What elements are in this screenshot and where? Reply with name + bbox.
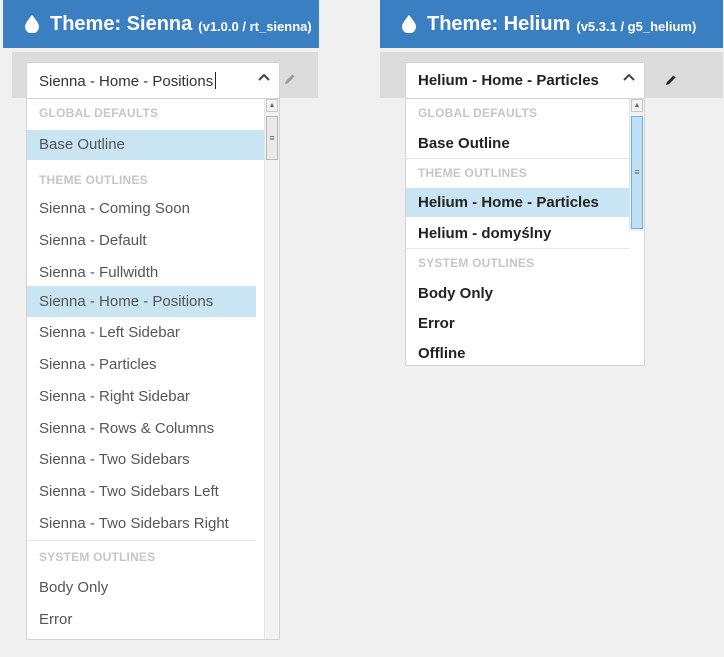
droplet-icon (25, 15, 39, 33)
outline-select[interactable]: Sienna - Home - Positions (26, 62, 280, 98)
list-item[interactable]: Sienna - Particles (27, 350, 265, 380)
list-item[interactable]: Body Only (406, 279, 630, 308)
divider (406, 158, 630, 159)
list-item[interactable]: Helium - Home - Particles (406, 188, 642, 217)
divider (27, 540, 256, 541)
helium-header: Theme: Helium (v5.3.1 / g5_helium) (380, 0, 723, 48)
theme-version: (v1.0.0 / rt_sienna) (198, 18, 312, 34)
scroll-up-arrow-icon[interactable]: ▲ (631, 99, 643, 112)
list-item[interactable]: Sienna - Left Sidebar (27, 318, 265, 348)
chevron-up-icon[interactable] (257, 70, 271, 84)
outline-dropdown-list: Global Defaults Base Outline Theme Outli… (405, 98, 645, 366)
group-label-global: Global Defaults (418, 106, 538, 120)
scroll-thumb[interactable]: ≡ (266, 116, 278, 160)
list-item[interactable]: Error (406, 309, 630, 338)
sienna-panel: Theme: Sienna (v1.0.0 / rt_sienna) Sienn… (3, 0, 319, 640)
outline-select[interactable]: Helium - Home - Particles (405, 62, 645, 98)
theme-version: (v5.3.1 / g5_helium) (576, 18, 697, 34)
list-item[interactable]: Offline (406, 339, 630, 365)
scroll-thumb[interactable]: ≡ (631, 116, 643, 229)
list-item[interactable]: Body Only (27, 573, 265, 603)
helium-panel: Theme: Helium (v5.3.1 / g5_helium) Heliu… (380, 0, 723, 366)
scrollbar[interactable]: ▲ ≡ (629, 99, 644, 231)
group-label-global: Global Defaults (39, 106, 159, 120)
group-label-theme: Theme Outlines (39, 173, 148, 187)
group-label-system: System Outlines (39, 550, 156, 564)
list-item[interactable]: Sienna - Two Sidebars (27, 445, 265, 475)
pencil-icon[interactable] (665, 74, 677, 86)
outline-select-value: Sienna - Home - Positions (39, 71, 217, 90)
list-item[interactable]: Base Outline (27, 130, 265, 160)
scroll-up-arrow-icon[interactable]: ▲ (266, 99, 278, 112)
group-label-system: System Outlines (418, 256, 535, 270)
list-item[interactable]: Sienna - Rows & Columns (27, 414, 265, 444)
group-label-theme: Theme Outlines (418, 166, 527, 180)
list-item[interactable]: Sienna - Home - Positions (27, 286, 256, 317)
list-item[interactable]: Sienna - Fullwidth (27, 258, 265, 288)
sienna-header: Theme: Sienna (v1.0.0 / rt_sienna) (3, 0, 319, 48)
droplet-icon (402, 15, 416, 33)
list-item[interactable]: Helium - domyślny (406, 219, 630, 248)
scrollbar[interactable]: ▲ ≡ (264, 99, 279, 639)
list-item[interactable]: Sienna - Right Sidebar (27, 382, 265, 412)
chevron-up-icon[interactable] (622, 70, 636, 84)
theme-title: Theme: Sienna (50, 12, 193, 35)
divider (406, 248, 630, 249)
outline-dropdown-list: Global Defaults Base Outline Theme Outli… (26, 98, 280, 640)
list-item[interactable]: Error (27, 605, 265, 635)
list-item[interactable]: Sienna - Coming Soon (27, 194, 265, 224)
theme-title: Theme: Helium (427, 12, 571, 35)
pencil-icon[interactable] (284, 73, 296, 85)
list-item[interactable]: Sienna - Default (27, 226, 265, 256)
outline-select-value: Helium - Home - Particles (418, 72, 599, 89)
list-item[interactable]: Base Outline (406, 129, 630, 159)
list-item[interactable]: Sienna - Two Sidebars Left (27, 477, 265, 507)
list-item[interactable]: Sienna - Two Sidebars Right (27, 509, 265, 539)
